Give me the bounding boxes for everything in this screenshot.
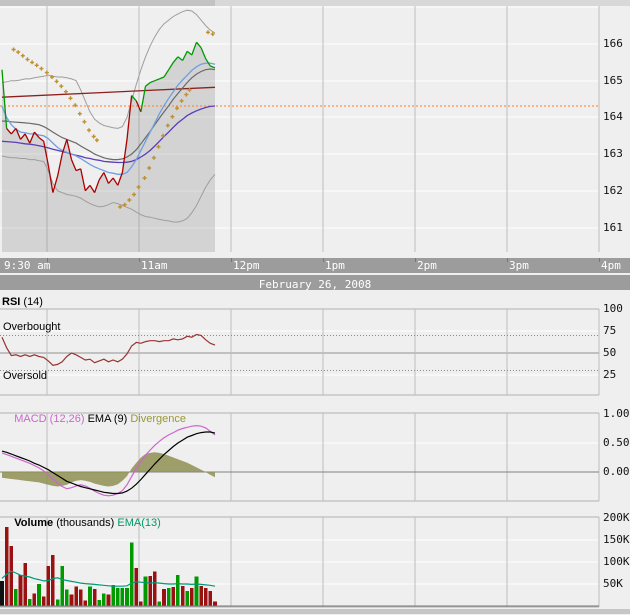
- rsi-panel-header: RSI (14): [2, 296, 43, 309]
- stock-chart-application: 9:30 am 11am 12pm 1pm 2pm 3pm 4pm February 26,…: [0, 0, 630, 615]
- elapsed-session-indicator: [0, 0, 215, 6]
- rsi-axis-label: 100: [603, 303, 623, 315]
- volume-panel-header: Volume (thousands) EMA(13): [2, 504, 161, 543]
- macd-axis-label: 0.00: [603, 466, 630, 478]
- volume-title: Volume: [14, 517, 53, 529]
- rsi-params: (14): [23, 296, 43, 308]
- session-strip: [0, 0, 630, 6]
- volume-ema-title: EMA(13): [117, 517, 160, 529]
- macd-title: MACD (12,26): [14, 413, 84, 425]
- time-axis-tick: [415, 258, 416, 262]
- volume-params: (thousands): [56, 517, 114, 529]
- rsi-axis-label: 75: [603, 325, 616, 337]
- macd-divergence-title: Divergence: [130, 413, 186, 425]
- time-axis-label: 2pm: [417, 258, 437, 273]
- time-axis-tick: [507, 258, 508, 262]
- time-axis-label: 12pm: [233, 258, 260, 273]
- price-axis-label: 165: [603, 75, 623, 87]
- price-axis-label: 166: [603, 38, 623, 50]
- time-axis-tick: [139, 258, 140, 262]
- macd-axis-label: 0.50: [603, 437, 630, 449]
- price-axis-label: 161: [603, 222, 623, 234]
- oversold-label: Oversold: [3, 370, 47, 382]
- rsi-axis-label: 25: [603, 369, 616, 381]
- time-axis-label: 4pm: [601, 258, 621, 273]
- macd-axis-label: 1.00: [603, 408, 630, 420]
- time-axis-tick: [323, 258, 324, 262]
- volume-axis-label: 100K: [603, 556, 630, 568]
- bottom-strip: [0, 609, 630, 614]
- price-axis-label: 164: [603, 111, 623, 123]
- macd-panel-header: MACD (12,26) EMA (9) Divergence: [2, 400, 186, 439]
- time-axis-label: 9:30 am: [4, 258, 50, 273]
- volume-axis-label: 200K: [603, 512, 630, 524]
- time-axis-tick: [599, 258, 600, 262]
- time-axis-label: 11am: [141, 258, 168, 273]
- time-axis-label: 3pm: [509, 258, 529, 273]
- time-axis-label: 1pm: [325, 258, 345, 273]
- macd-ema-title: EMA (9): [88, 413, 128, 425]
- price-axis-label: 163: [603, 148, 623, 160]
- rsi-title: RSI: [2, 296, 20, 308]
- time-axis-tick: [47, 258, 48, 262]
- date-label: February 26, 2008: [259, 278, 372, 291]
- rsi-axis-label: 50: [603, 347, 616, 359]
- price-axis-label: 162: [603, 185, 623, 197]
- time-axis-bar: 9:30 am 11am 12pm 1pm 2pm 3pm 4pm: [0, 258, 630, 273]
- volume-axis-label: 150K: [603, 534, 630, 546]
- overbought-label: Overbought: [3, 321, 60, 333]
- time-axis-tick: [231, 258, 232, 262]
- date-bar: February 26, 2008: [0, 275, 630, 290]
- volume-axis-label: 50K: [603, 578, 623, 590]
